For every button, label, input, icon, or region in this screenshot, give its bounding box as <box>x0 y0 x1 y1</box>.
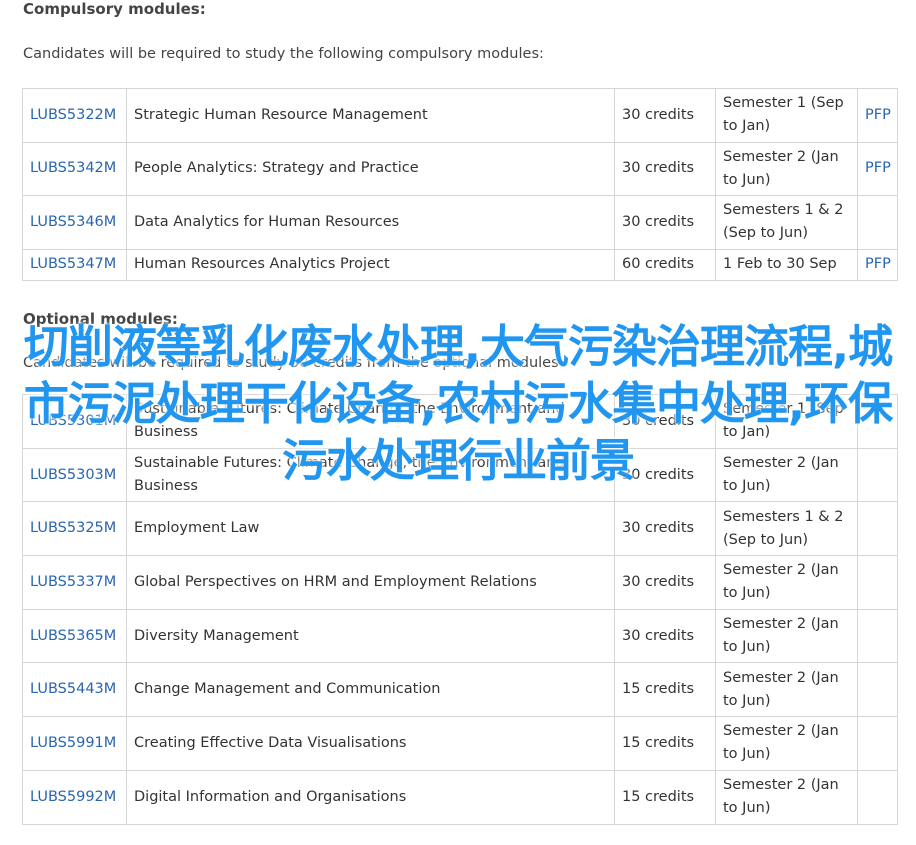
module-code-link[interactable]: LUBS5992M <box>30 789 116 805</box>
module-code-cell: LUBS5337M <box>22 555 127 610</box>
module-title: Diversity Management <box>126 608 615 664</box>
module-credits: 30 credits <box>614 555 716 610</box>
module-code-cell: LUBS5342M <box>22 141 127 196</box>
module-code-link[interactable]: LUBS5443M <box>30 681 116 697</box>
compulsory-modules-table: LUBS5322M Strategic Human Resource Manag… <box>22 88 898 281</box>
module-code-link[interactable]: LUBS5991M <box>30 735 116 751</box>
module-semester: Semesters 1 & 2 (Sep to Jun) <box>715 195 858 250</box>
pfp-cell: PFP <box>857 141 898 196</box>
module-code-link[interactable]: LUBS5365M <box>30 628 116 644</box>
compulsory-heading: Compulsory modules: <box>23 0 206 18</box>
module-credits: 15 credits <box>614 716 716 771</box>
module-semester: Semester 2 (Jan to Jun) <box>715 716 858 771</box>
module-code-link[interactable]: LUBS5342M <box>30 160 116 176</box>
table-row: LUBS5347M Human Resources Analytics Proj… <box>22 248 898 281</box>
module-code-cell: LUBS5992M <box>22 769 127 825</box>
module-code-cell: LUBS5347M <box>22 248 127 281</box>
module-credits: 30 credits <box>614 501 716 557</box>
compulsory-intro: Candidates will be required to study the… <box>23 46 544 62</box>
pfp-cell <box>857 501 898 557</box>
module-code-link[interactable]: LUBS5303M <box>30 467 116 483</box>
module-credits: 30 credits <box>614 88 716 143</box>
module-code-cell: LUBS5346M <box>22 195 127 250</box>
module-credits: 30 credits <box>614 608 716 664</box>
module-title: Creating Effective Data Visualisations <box>126 716 615 771</box>
pfp-cell: PFP <box>857 88 898 143</box>
module-code-cell: LUBS5322M <box>22 88 127 143</box>
pfp-cell <box>857 662 898 718</box>
pfp-cell <box>857 555 898 610</box>
module-semester: Semester 2 (Jan to Jun) <box>715 555 858 610</box>
table-row: LUBS5991M Creating Effective Data Visual… <box>22 716 898 771</box>
module-code-link[interactable]: LUBS5301M <box>30 413 116 429</box>
module-title: Data Analytics for Human Resources <box>126 195 615 250</box>
pfp-cell <box>857 195 898 250</box>
table-row: LUBS5322M Strategic Human Resource Manag… <box>22 88 898 143</box>
table-row: LUBS5365M Diversity Management 30 credit… <box>22 608 898 664</box>
table-row: LUBS5325M Employment Law 30 credits Seme… <box>22 501 898 557</box>
module-semester: Semester 1 (Sep to Jan) <box>715 394 858 449</box>
table-row: LUBS5346M Data Analytics for Human Resou… <box>22 195 898 250</box>
pfp-cell: PFP <box>857 248 898 281</box>
module-code-cell: LUBS5325M <box>22 501 127 557</box>
module-title: Employment Law <box>126 501 615 557</box>
module-semester: Semester 2 (Jan to Jun) <box>715 141 858 196</box>
module-code-cell: LUBS5301M <box>22 394 127 449</box>
table-row: LUBS5337M Global Perspectives on HRM and… <box>22 555 898 610</box>
module-semester: 1 Feb to 30 Sep <box>715 248 858 281</box>
optional-intro: Candidates will be required to study 30 … <box>23 355 559 371</box>
pfp-cell <box>857 769 898 825</box>
module-code-link[interactable]: LUBS5322M <box>30 107 116 123</box>
pfp-link[interactable]: PFP <box>865 107 891 123</box>
pfp-cell <box>857 608 898 664</box>
table-row: LUBS5342M People Analytics: Strategy and… <box>22 141 898 196</box>
module-code-link[interactable]: LUBS5346M <box>30 214 116 230</box>
table-row: LUBS5992M Digital Information and Organi… <box>22 769 898 825</box>
optional-modules-table: LUBS5301M Sustainable Futures: Climate C… <box>22 394 898 825</box>
module-code-cell: LUBS5443M <box>22 662 127 718</box>
module-title: Strategic Human Resource Management <box>126 88 615 143</box>
pfp-link[interactable]: PFP <box>865 256 891 272</box>
module-credits: 30 credits <box>614 141 716 196</box>
module-code-cell: LUBS5365M <box>22 608 127 664</box>
module-code-cell: LUBS5303M <box>22 447 127 503</box>
module-semester: Semesters 1 & 2 (Sep to Jun) <box>715 501 858 557</box>
module-semester: Semester 2 (Jan to Jun) <box>715 769 858 825</box>
module-code-link[interactable]: LUBS5325M <box>30 520 116 536</box>
module-semester: Semester 2 (Jan to Jun) <box>715 447 858 503</box>
module-title: Change Management and Communication <box>126 662 615 718</box>
module-title: Global Perspectives on HRM and Employmen… <box>126 555 615 610</box>
module-semester: Semester 2 (Jan to Jun) <box>715 608 858 664</box>
pfp-link[interactable]: PFP <box>865 160 891 176</box>
module-semester: Semester 1 (Sep to Jan) <box>715 88 858 143</box>
module-credits: 30 credits <box>614 394 716 449</box>
module-title: Human Resources Analytics Project <box>126 248 615 281</box>
module-code-cell: LUBS5991M <box>22 716 127 771</box>
module-credits: 30 credits <box>614 447 716 503</box>
module-semester: Semester 2 (Jan to Jun) <box>715 662 858 718</box>
module-credits: 15 credits <box>614 769 716 825</box>
pfp-cell <box>857 394 898 449</box>
module-title: Digital Information and Organisations <box>126 769 615 825</box>
module-title: Sustainable Futures: Climate Change, the… <box>126 447 615 503</box>
pfp-cell <box>857 716 898 771</box>
module-title: People Analytics: Strategy and Practice <box>126 141 615 196</box>
table-row: LUBS5303M Sustainable Futures: Climate C… <box>22 447 898 503</box>
module-code-link[interactable]: LUBS5337M <box>30 574 116 590</box>
module-code-link[interactable]: LUBS5347M <box>30 256 116 272</box>
pfp-cell <box>857 447 898 503</box>
optional-heading: Optional modules: <box>23 310 178 328</box>
module-credits: 60 credits <box>614 248 716 281</box>
module-title: Sustainable Futures: Climate Change, the… <box>126 394 615 449</box>
module-credits: 15 credits <box>614 662 716 718</box>
table-row: LUBS5443M Change Management and Communic… <box>22 662 898 718</box>
module-credits: 30 credits <box>614 195 716 250</box>
table-row: LUBS5301M Sustainable Futures: Climate C… <box>22 394 898 449</box>
